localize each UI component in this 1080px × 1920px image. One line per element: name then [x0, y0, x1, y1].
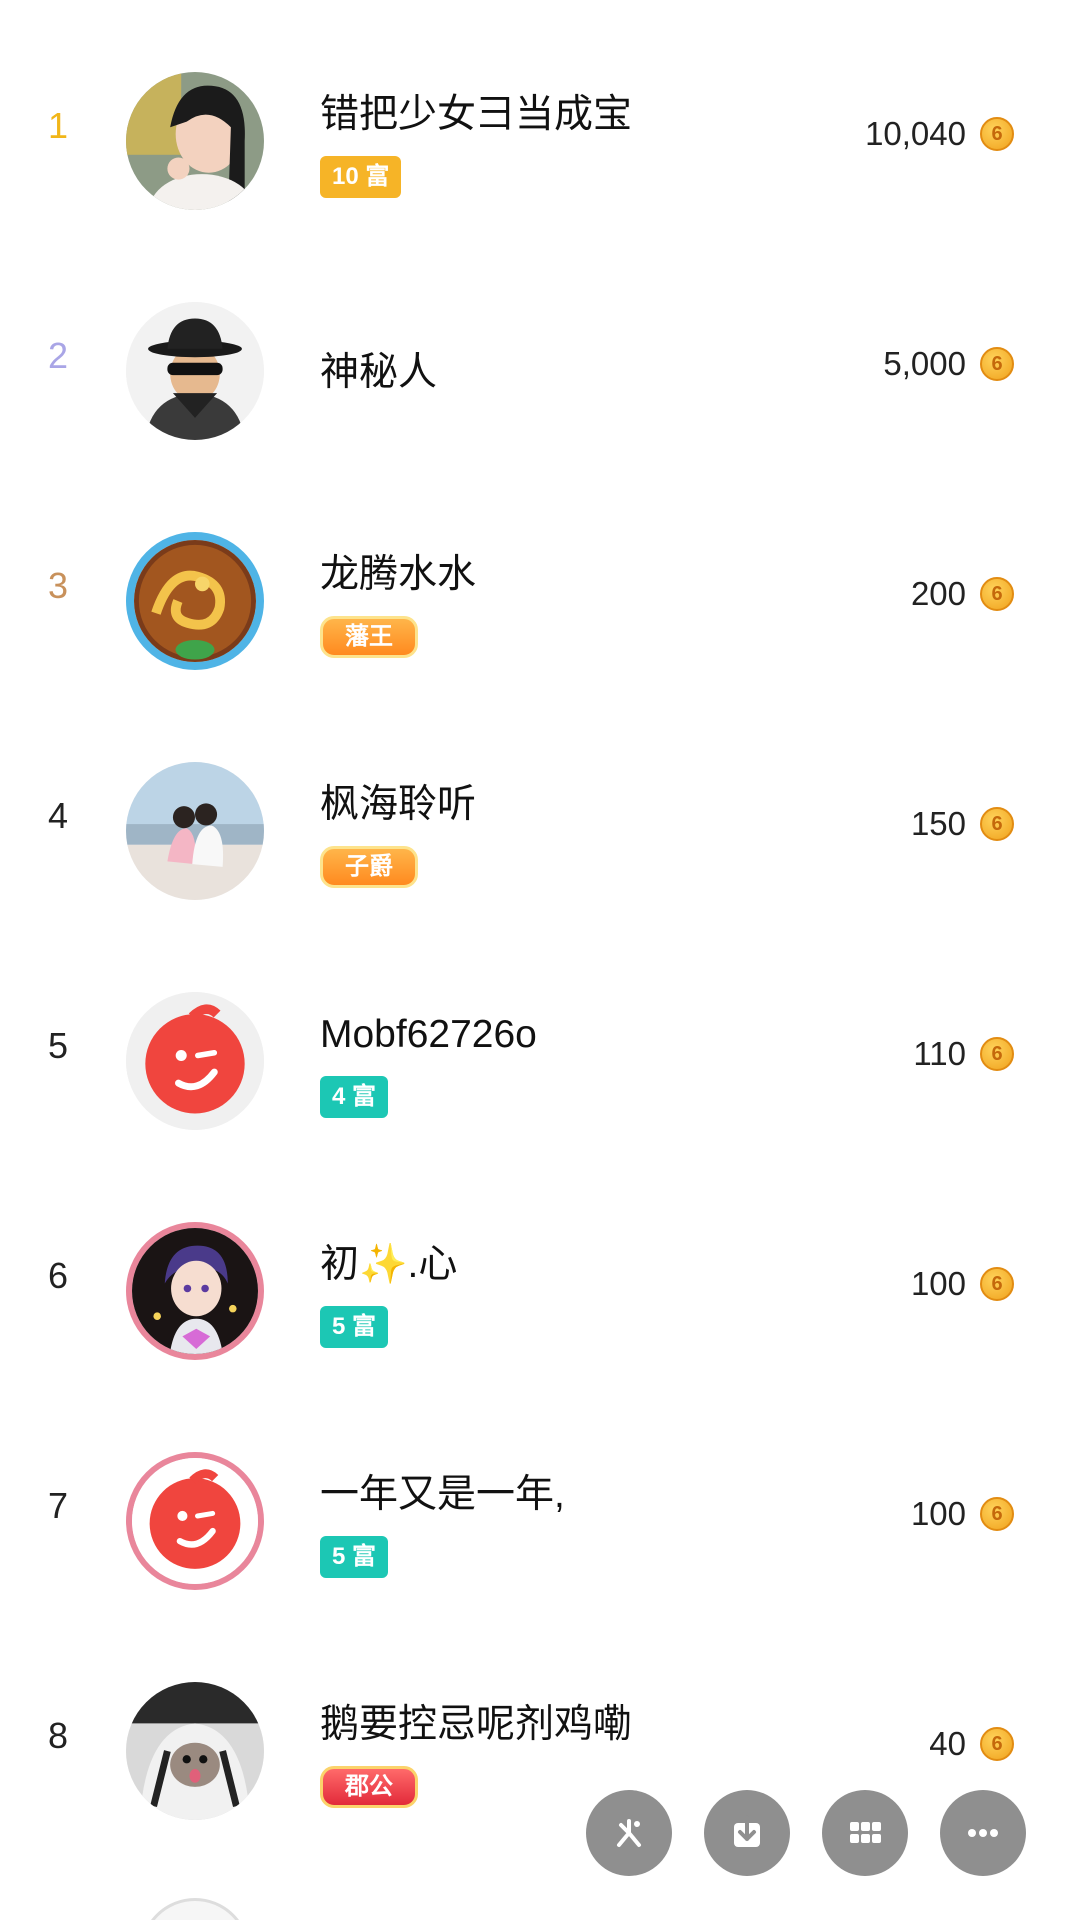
coin-amount: 100 6 [911, 1494, 1014, 1534]
noble-title-badge: 郡公 [320, 1766, 418, 1808]
download-button[interactable] [704, 1790, 790, 1876]
avatar-anime-boy[interactable] [126, 1222, 264, 1360]
wealth-level-badge: 5 富 [320, 1306, 389, 1348]
leaderboard-screen: 1 错把少女彐当成宝 10 富 10,040 6 2 神秘人 5,000 6 3… [0, 0, 1080, 1920]
coin-value: 110 [913, 1035, 966, 1072]
rank-number: 7 [48, 1485, 69, 1526]
leaderboard-row-6[interactable]: 6 初✨.心 5 富 100 6 [0, 1164, 1080, 1394]
leaderboard-row-7[interactable]: 7 一年又是一年, 5 富 100 6 [0, 1394, 1080, 1624]
more-button[interactable] [940, 1790, 1026, 1876]
user-name: 枫海聆听 [320, 783, 477, 826]
user-name: 错把少女彐当成宝 [320, 93, 633, 136]
noble-title-badge: 子爵 [320, 846, 418, 888]
coin-icon: 6 [980, 1497, 1014, 1531]
coin-value: 150 [910, 805, 966, 842]
grid-button[interactable] [822, 1790, 908, 1876]
coin-amount: 10,040 6 [865, 114, 1014, 154]
coin-amount: 5,000 6 [883, 344, 1014, 384]
coin-icon: 6 [980, 1037, 1014, 1071]
user-name: 神秘人 [320, 351, 438, 394]
coin-amount: 40 6 [929, 1724, 1014, 1764]
avatar-woman-portrait[interactable] [126, 72, 264, 210]
coin-value: 40 [929, 1725, 966, 1762]
coin-amount: 150 6 [911, 804, 1014, 844]
leaderboard-row-3[interactable]: 3 龙腾水水 藩王 200 6 [0, 474, 1080, 704]
download-icon [734, 1815, 760, 1847]
coin-icon: 6 [980, 117, 1014, 151]
coin-icon: 6 [980, 577, 1014, 611]
wealth-level-badge: 10 富 [320, 156, 402, 198]
avatar-couple-beach[interactable] [126, 762, 264, 900]
rank-number: 3 [48, 565, 69, 606]
coin-value: 100 [910, 1495, 966, 1532]
leaderboard-row-1[interactable]: 1 错把少女彐当成宝 10 富 10,040 6 [0, 14, 1080, 244]
avatar-cat-hoodie[interactable] [126, 1682, 264, 1820]
user-name: 初✨.心 [320, 1243, 458, 1286]
rank-number: 5 [48, 1025, 69, 1066]
user-name: Mobf62726o [320, 1013, 537, 1056]
user-name: 龙腾水水 [320, 553, 477, 596]
avatar-mystery-man[interactable] [126, 302, 264, 440]
more-icon [968, 1829, 998, 1837]
floating-action-bar [586, 1790, 1026, 1876]
rank-number: 1 [48, 105, 69, 146]
share-button[interactable] [586, 1790, 672, 1876]
wealth-level-badge: 4 富 [320, 1076, 389, 1118]
coin-icon: 6 [980, 807, 1014, 841]
avatar-golden-dragon[interactable] [126, 532, 264, 670]
coin-value: 200 [910, 575, 966, 612]
avatar-default-red-face[interactable] [126, 1452, 264, 1590]
rank-number: 8 [48, 1715, 69, 1756]
rank-number: 2 [48, 335, 69, 376]
leaderboard-row-2[interactable]: 2 神秘人 5,000 6 [0, 244, 1080, 474]
coin-amount: 100 6 [911, 1264, 1014, 1304]
rank-number: 6 [48, 1255, 69, 1296]
coin-amount: 200 6 [911, 574, 1014, 614]
coin-value: 5,000 [883, 345, 966, 382]
leaderboard-row-5[interactable]: 5 Mobf62726o 4 富 110 6 [0, 934, 1080, 1164]
coin-icon: 6 [980, 1267, 1014, 1301]
coin-icon: 6 [980, 347, 1014, 381]
asterisk-share-icon [617, 1819, 641, 1847]
wealth-level-badge: 5 富 [320, 1536, 389, 1578]
grid-icon [850, 1822, 881, 1843]
user-name: 鹅要控忌呢剂鸡嘞 [320, 1703, 633, 1746]
leaderboard-row-4[interactable]: 4 枫海聆听 子爵 150 6 [0, 704, 1080, 934]
avatar-default-red-face[interactable] [126, 992, 264, 1130]
user-name: 一年又是一年, [320, 1473, 565, 1516]
coin-value: 100 [910, 1265, 966, 1302]
coin-amount: 110 6 [913, 1034, 1014, 1074]
rank-number: 4 [48, 795, 69, 836]
avatar-partial[interactable] [140, 1898, 250, 1920]
noble-title-badge: 藩王 [320, 616, 418, 658]
coin-value: 10,040 [865, 115, 966, 152]
coin-icon: 6 [980, 1727, 1014, 1761]
